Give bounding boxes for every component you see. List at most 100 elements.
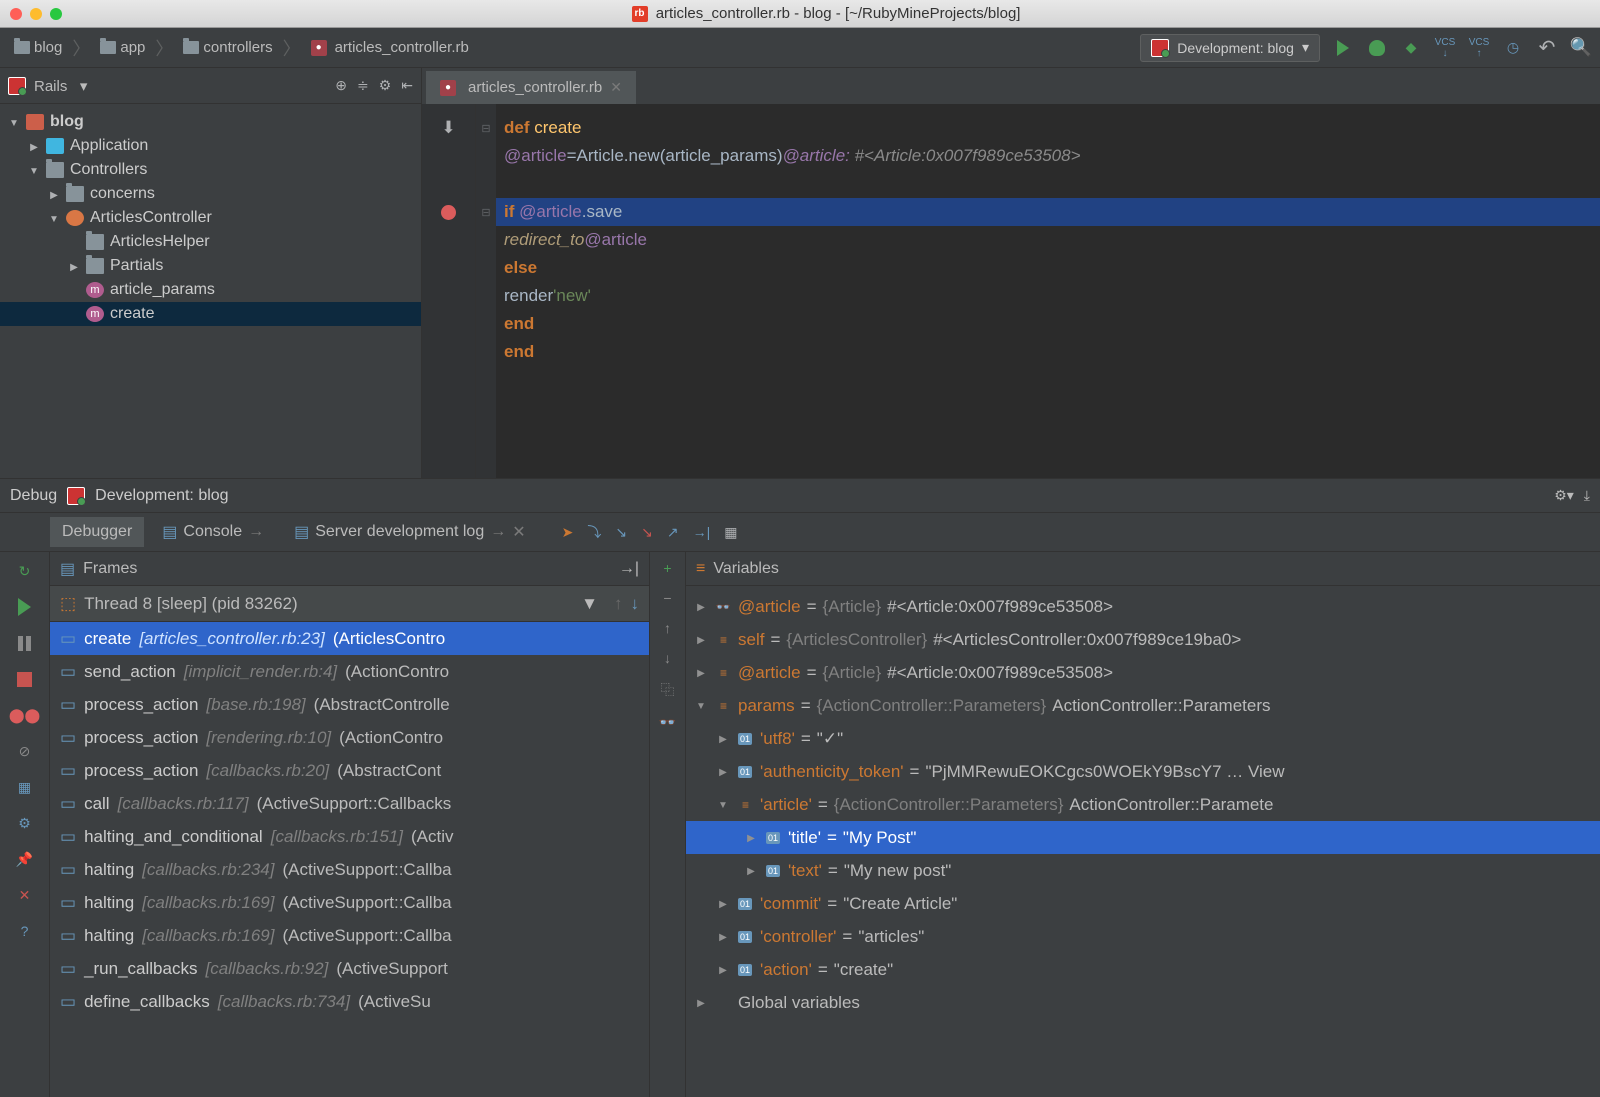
pin-button[interactable]: 📌 xyxy=(14,848,36,870)
expand-arrow-icon[interactable] xyxy=(8,115,20,129)
collapse-icon[interactable]: ≑ xyxy=(357,77,369,94)
hide-icon[interactable]: ⇤ xyxy=(401,77,413,94)
breakpoint-icon[interactable] xyxy=(441,205,456,220)
gutter-row[interactable] xyxy=(422,170,475,198)
run-configuration-selector[interactable]: Development: blog ▾ xyxy=(1140,34,1320,62)
tree-node[interactable]: mcreate xyxy=(0,302,421,326)
tree-node[interactable]: Controllers xyxy=(0,158,421,182)
step-into-icon[interactable]: ↘ xyxy=(615,524,627,541)
code-line[interactable]: end xyxy=(496,310,1600,338)
breadcrumb-item[interactable]: ●articles_controller.rb xyxy=(305,35,475,60)
thread-selector[interactable]: ⬚ Thread 8 [sleep] (pid 83262) ▼ ↑ ↓ xyxy=(50,586,649,622)
settings-button[interactable]: ⚙ xyxy=(14,812,36,834)
stack-frame[interactable]: ▭halting_and_conditional [callbacks.rb:1… xyxy=(50,820,649,853)
coverage-button[interactable]: ◆ xyxy=(1400,37,1422,59)
variable-row[interactable]: 01'commit' = "Create Article" xyxy=(686,887,1600,920)
evaluate-icon[interactable]: ▦ xyxy=(724,524,737,541)
tab-debugger[interactable]: Debugger xyxy=(50,517,144,547)
search-button[interactable]: 🔍 xyxy=(1570,37,1592,59)
run-button[interactable] xyxy=(1332,37,1354,59)
prev-frame-icon[interactable]: ↑ xyxy=(614,594,623,614)
stack-frame[interactable]: ▭process_action [rendering.rb:10] (Actio… xyxy=(50,721,649,754)
layout-button[interactable]: ▦ xyxy=(14,776,36,798)
variable-row[interactable]: 01'controller' = "articles" xyxy=(686,920,1600,953)
breadcrumb-item[interactable]: app xyxy=(94,35,151,60)
fold-handle[interactable] xyxy=(476,310,496,338)
stack-frame[interactable]: ▭_run_callbacks [callbacks.rb:92] (Activ… xyxy=(50,952,649,985)
move-down-icon[interactable]: ↓ xyxy=(664,650,671,666)
method-marker-icon[interactable]: ⬇ xyxy=(441,118,455,138)
variable-row[interactable]: ≡self = {ArticlesController} #<ArticlesC… xyxy=(686,623,1600,656)
minimize-window-button[interactable] xyxy=(30,8,42,20)
gutter-row[interactable] xyxy=(422,338,475,366)
gutter-row[interactable] xyxy=(422,198,475,226)
code-line[interactable]: @article = Article.new(article_params) @… xyxy=(496,142,1600,170)
editor-tab[interactable]: ● articles_controller.rb ✕ xyxy=(426,71,636,104)
fold-handle[interactable] xyxy=(476,282,496,310)
remove-watch-icon[interactable]: − xyxy=(663,590,671,606)
vcs-update-button[interactable]: VCS↓ xyxy=(1434,37,1456,59)
expand-arrow-icon[interactable] xyxy=(48,187,60,201)
target-icon[interactable]: ⊕ xyxy=(335,77,347,94)
tree-node[interactable]: blog xyxy=(0,110,421,134)
view-breakpoints-button[interactable]: ⬤⬤ xyxy=(14,704,36,726)
expand-arrow-icon[interactable] xyxy=(716,931,730,943)
expand-arrow-icon[interactable] xyxy=(694,601,708,613)
variable-row[interactable]: 01'utf8' = "✓" xyxy=(686,722,1600,755)
stack-frame[interactable]: ▭halting [callbacks.rb:169] (ActiveSuppo… xyxy=(50,919,649,952)
pause-button[interactable] xyxy=(14,632,36,654)
sidebar-view-selector[interactable]: Rails ▾ xyxy=(34,77,327,95)
variable-row[interactable]: 👓@article = {Article} #<Article:0x007f98… xyxy=(686,590,1600,623)
fold-column[interactable]: ⊟⊟ xyxy=(476,104,496,478)
tree-node[interactable]: Partials xyxy=(0,254,421,278)
fold-handle[interactable] xyxy=(476,338,496,366)
stack-frame[interactable]: ▭send_action [implicit_render.rb:4] (Act… xyxy=(50,655,649,688)
force-step-into-icon[interactable]: ↘ xyxy=(641,524,653,541)
tree-node[interactable]: Application xyxy=(0,134,421,158)
stack-frame[interactable]: ▭process_action [base.rb:198] (AbstractC… xyxy=(50,688,649,721)
gutter-row[interactable] xyxy=(422,142,475,170)
expand-arrow-icon[interactable] xyxy=(716,799,730,811)
variables-tree[interactable]: 👓@article = {Article} #<Article:0x007f98… xyxy=(686,586,1600,1097)
vcs-commit-button[interactable]: VCS↑ xyxy=(1468,37,1490,59)
gutter-row[interactable]: ⬇ xyxy=(422,114,475,142)
expand-arrow-icon[interactable] xyxy=(28,163,40,177)
tab-server-log[interactable]: ▤Server development log→✕ xyxy=(282,516,538,548)
expand-arrow-icon[interactable] xyxy=(716,733,730,745)
expand-arrow-icon[interactable] xyxy=(716,898,730,910)
fold-handle[interactable]: ⊟ xyxy=(476,114,496,142)
stack-frame[interactable]: ▭halting [callbacks.rb:234] (ActiveSuppo… xyxy=(50,853,649,886)
close-button[interactable]: ✕ xyxy=(14,884,36,906)
tree-node[interactable]: marticle_params xyxy=(0,278,421,302)
stack-frame[interactable]: ▭process_action [callbacks.rb:20] (Abstr… xyxy=(50,754,649,787)
debug-button[interactable] xyxy=(1366,37,1388,59)
expand-arrow-icon[interactable] xyxy=(68,259,80,273)
step-over-icon[interactable]: ⤵ xyxy=(587,522,601,542)
expand-arrow-icon[interactable] xyxy=(744,865,758,877)
next-frame-icon[interactable]: ↓ xyxy=(631,594,640,614)
stop-button[interactable] xyxy=(14,668,36,690)
expand-arrow-icon[interactable] xyxy=(716,964,730,976)
variable-row[interactable]: ≡@article = {Article} #<Article:0x007f98… xyxy=(686,656,1600,689)
tree-node[interactable]: ArticlesHelper xyxy=(0,230,421,254)
expand-arrow-icon[interactable] xyxy=(694,700,708,712)
breadcrumb-item[interactable]: blog xyxy=(8,35,68,60)
code-editor[interactable]: ⬇ ⊟⊟ def create @article = Article.new(a… xyxy=(422,104,1600,478)
copy-icon[interactable]: ⿻ xyxy=(661,680,675,700)
step-out-icon[interactable]: ↗ xyxy=(667,524,679,541)
code-line[interactable]: end xyxy=(496,338,1600,366)
expand-arrow-icon[interactable] xyxy=(28,139,40,153)
gutter[interactable]: ⬇ xyxy=(422,104,476,478)
watches-icon[interactable]: 👓 xyxy=(659,714,676,731)
expand-arrow-icon[interactable] xyxy=(48,211,60,225)
resume-button[interactable] xyxy=(14,596,36,618)
variable-row[interactable]: ≡'article' = {ActionController::Paramete… xyxy=(686,788,1600,821)
expand-arrow-icon[interactable] xyxy=(716,766,730,778)
variable-row[interactable]: 01'action' = "create" xyxy=(686,953,1600,986)
expand-arrow-icon[interactable] xyxy=(694,667,708,679)
frames-list[interactable]: ▭create [articles_controller.rb:23] (Art… xyxy=(50,622,649,1097)
tree-node[interactable]: ArticlesController xyxy=(0,206,421,230)
undo-button[interactable]: ↶ xyxy=(1536,37,1558,59)
code-line[interactable]: if @article.save xyxy=(496,198,1600,226)
variable-row[interactable]: 01'title' = "My Post" xyxy=(686,821,1600,854)
